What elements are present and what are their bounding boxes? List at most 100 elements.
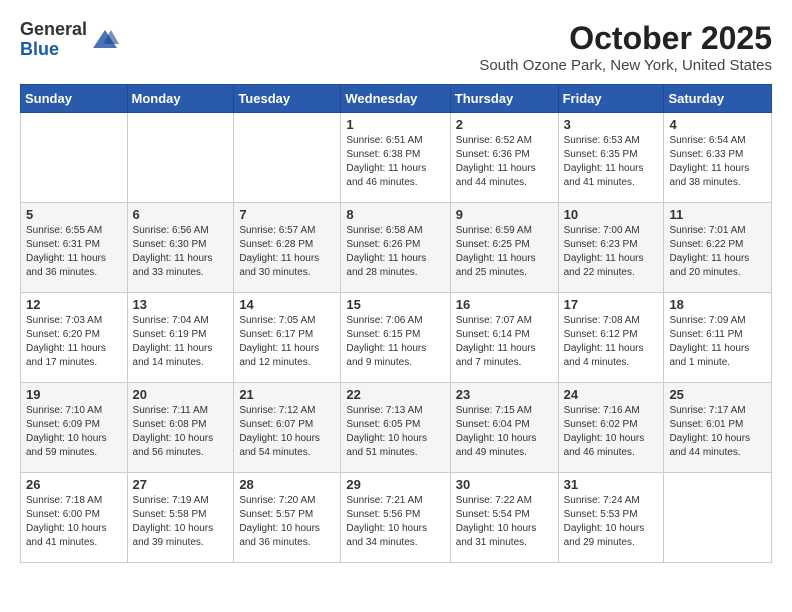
day-info: Sunrise: 7:22 AM Sunset: 5:54 PM Dayligh… [456,494,553,550]
day-info: Sunrise: 6:54 AM Sunset: 6:33 PM Dayligh… [669,134,766,190]
day-number: 14 [239,297,335,312]
day-number: 31 [564,477,659,492]
day-number: 18 [669,297,766,312]
day-number: 11 [669,207,766,222]
calendar-cell: 8 Sunrise: 6:58 AM Sunset: 6:26 PM Daylig… [341,203,450,293]
calendar-cell: 26 Sunrise: 7:18 AM Sunset: 6:00 PM Dayli… [21,473,128,563]
day-info: Sunrise: 6:52 AM Sunset: 6:36 PM Dayligh… [456,134,553,190]
day-info: Sunrise: 7:08 AM Sunset: 6:12 PM Dayligh… [564,314,659,370]
day-info: Sunrise: 7:18 AM Sunset: 6:00 PM Dayligh… [26,494,122,550]
day-number: 22 [346,387,444,402]
day-info: Sunrise: 7:00 AM Sunset: 6:23 PM Dayligh… [564,224,659,280]
calendar-cell [127,113,234,203]
logo-icon [91,26,119,54]
calendar-week-row: 12 Sunrise: 7:03 AM Sunset: 6:20 PM Dayli… [21,293,772,383]
day-number: 19 [26,387,122,402]
day-number: 12 [26,297,122,312]
location-title: South Ozone Park, New York, United State… [479,57,772,74]
day-number: 24 [564,387,659,402]
weekday-header: Monday [127,85,234,113]
calendar-cell: 1Sunrise: 6:51 AM Sunset: 6:38 PM Daylig… [341,113,450,203]
day-number: 29 [346,477,444,492]
day-info: Sunrise: 6:58 AM Sunset: 6:26 PM Dayligh… [346,224,444,280]
day-info: Sunrise: 7:01 AM Sunset: 6:22 PM Dayligh… [669,224,766,280]
day-number: 21 [239,387,335,402]
calendar-cell: 27Sunrise: 7:19 AM Sunset: 5:58 PM Dayli… [127,473,234,563]
day-info: Sunrise: 6:56 AM Sunset: 6:30 PM Dayligh… [133,224,229,280]
logo-general-text: General [20,20,87,40]
day-number: 30 [456,477,553,492]
day-info: Sunrise: 7:05 AM Sunset: 6:17 PM Dayligh… [239,314,335,370]
calendar-cell: 23Sunrise: 7:15 AM Sunset: 6:04 PM Dayli… [450,383,558,473]
day-info: Sunrise: 7:13 AM Sunset: 6:05 PM Dayligh… [346,404,444,460]
calendar-cell: 15 Sunrise: 7:06 AM Sunset: 6:15 PM Dayli… [341,293,450,383]
calendar-week-row: 5 Sunrise: 6:55 AM Sunset: 6:31 PM Daylig… [21,203,772,293]
day-info: Sunrise: 7:20 AM Sunset: 5:57 PM Dayligh… [239,494,335,550]
day-info: Sunrise: 7:17 AM Sunset: 6:01 PM Dayligh… [669,404,766,460]
calendar-cell [664,473,772,563]
calendar-cell [21,113,128,203]
logo-blue-text: Blue [20,40,87,60]
day-number: 6 [133,207,229,222]
calendar-week-row: 19 Sunrise: 7:10 AM Sunset: 6:09 PM Dayli… [21,383,772,473]
calendar-cell: 12 Sunrise: 7:03 AM Sunset: 6:20 PM Dayli… [21,293,128,383]
day-number: 9 [456,207,553,222]
weekday-header-row: SundayMondayTuesdayWednesdayThursdayFrid… [21,85,772,113]
weekday-header: Thursday [450,85,558,113]
day-info: Sunrise: 7:12 AM Sunset: 6:07 PM Dayligh… [239,404,335,460]
weekday-header: Wednesday [341,85,450,113]
day-number: 5 [26,207,122,222]
day-number: 15 [346,297,444,312]
day-number: 17 [564,297,659,312]
calendar-cell: 4 Sunrise: 6:54 AM Sunset: 6:33 PM Daylig… [664,113,772,203]
weekday-header: Friday [558,85,664,113]
day-info: Sunrise: 7:07 AM Sunset: 6:14 PM Dayligh… [456,314,553,370]
day-number: 26 [26,477,122,492]
calendar-cell: 2 Sunrise: 6:52 AM Sunset: 6:36 PM Daylig… [450,113,558,203]
day-info: Sunrise: 7:24 AM Sunset: 5:53 PM Dayligh… [564,494,659,550]
calendar-week-row: 1Sunrise: 6:51 AM Sunset: 6:38 PM Daylig… [21,113,772,203]
page-header: General Blue October 2025 South Ozone Pa… [20,20,772,74]
calendar-cell: 9Sunrise: 6:59 AM Sunset: 6:25 PM Daylig… [450,203,558,293]
day-number: 2 [456,117,553,132]
day-number: 20 [133,387,229,402]
calendar-cell: 31 Sunrise: 7:24 AM Sunset: 5:53 PM Dayli… [558,473,664,563]
calendar-cell: 14 Sunrise: 7:05 AM Sunset: 6:17 PM Dayli… [234,293,341,383]
day-info: Sunrise: 6:57 AM Sunset: 6:28 PM Dayligh… [239,224,335,280]
calendar-cell: 11 Sunrise: 7:01 AM Sunset: 6:22 PM Dayli… [664,203,772,293]
calendar-cell: 6 Sunrise: 6:56 AM Sunset: 6:30 PM Daylig… [127,203,234,293]
day-number: 16 [456,297,553,312]
day-number: 28 [239,477,335,492]
calendar-week-row: 26 Sunrise: 7:18 AM Sunset: 6:00 PM Dayli… [21,473,772,563]
day-info: Sunrise: 7:21 AM Sunset: 5:56 PM Dayligh… [346,494,444,550]
day-info: Sunrise: 7:06 AM Sunset: 6:15 PM Dayligh… [346,314,444,370]
day-number: 8 [346,207,444,222]
calendar-cell: 19 Sunrise: 7:10 AM Sunset: 6:09 PM Dayli… [21,383,128,473]
logo: General Blue [20,20,119,60]
day-number: 13 [133,297,229,312]
day-info: Sunrise: 7:09 AM Sunset: 6:11 PM Dayligh… [669,314,766,370]
calendar-cell: 24Sunrise: 7:16 AM Sunset: 6:02 PM Dayli… [558,383,664,473]
day-info: Sunrise: 7:11 AM Sunset: 6:08 PM Dayligh… [133,404,229,460]
calendar-cell: 17 Sunrise: 7:08 AM Sunset: 6:12 PM Dayli… [558,293,664,383]
calendar-cell: 30 Sunrise: 7:22 AM Sunset: 5:54 PM Dayli… [450,473,558,563]
calendar-cell: 10 Sunrise: 7:00 AM Sunset: 6:23 PM Dayli… [558,203,664,293]
day-info: Sunrise: 6:51 AM Sunset: 6:38 PM Dayligh… [346,134,444,190]
calendar-cell: 3Sunrise: 6:53 AM Sunset: 6:35 PM Daylig… [558,113,664,203]
calendar-cell: 25Sunrise: 7:17 AM Sunset: 6:01 PM Dayli… [664,383,772,473]
calendar-cell: 22 Sunrise: 7:13 AM Sunset: 6:05 PM Dayli… [341,383,450,473]
day-info: Sunrise: 7:19 AM Sunset: 5:58 PM Dayligh… [133,494,229,550]
day-info: Sunrise: 7:03 AM Sunset: 6:20 PM Dayligh… [26,314,122,370]
weekday-header: Saturday [664,85,772,113]
day-info: Sunrise: 7:10 AM Sunset: 6:09 PM Dayligh… [26,404,122,460]
day-info: Sunrise: 6:55 AM Sunset: 6:31 PM Dayligh… [26,224,122,280]
calendar-cell: 29 Sunrise: 7:21 AM Sunset: 5:56 PM Dayli… [341,473,450,563]
calendar-cell: 5 Sunrise: 6:55 AM Sunset: 6:31 PM Daylig… [21,203,128,293]
calendar-cell: 28 Sunrise: 7:20 AM Sunset: 5:57 PM Dayli… [234,473,341,563]
day-number: 7 [239,207,335,222]
calendar-cell: 21 Sunrise: 7:12 AM Sunset: 6:07 PM Dayli… [234,383,341,473]
day-number: 10 [564,207,659,222]
weekday-header: Tuesday [234,85,341,113]
day-number: 3 [564,117,659,132]
day-number: 4 [669,117,766,132]
